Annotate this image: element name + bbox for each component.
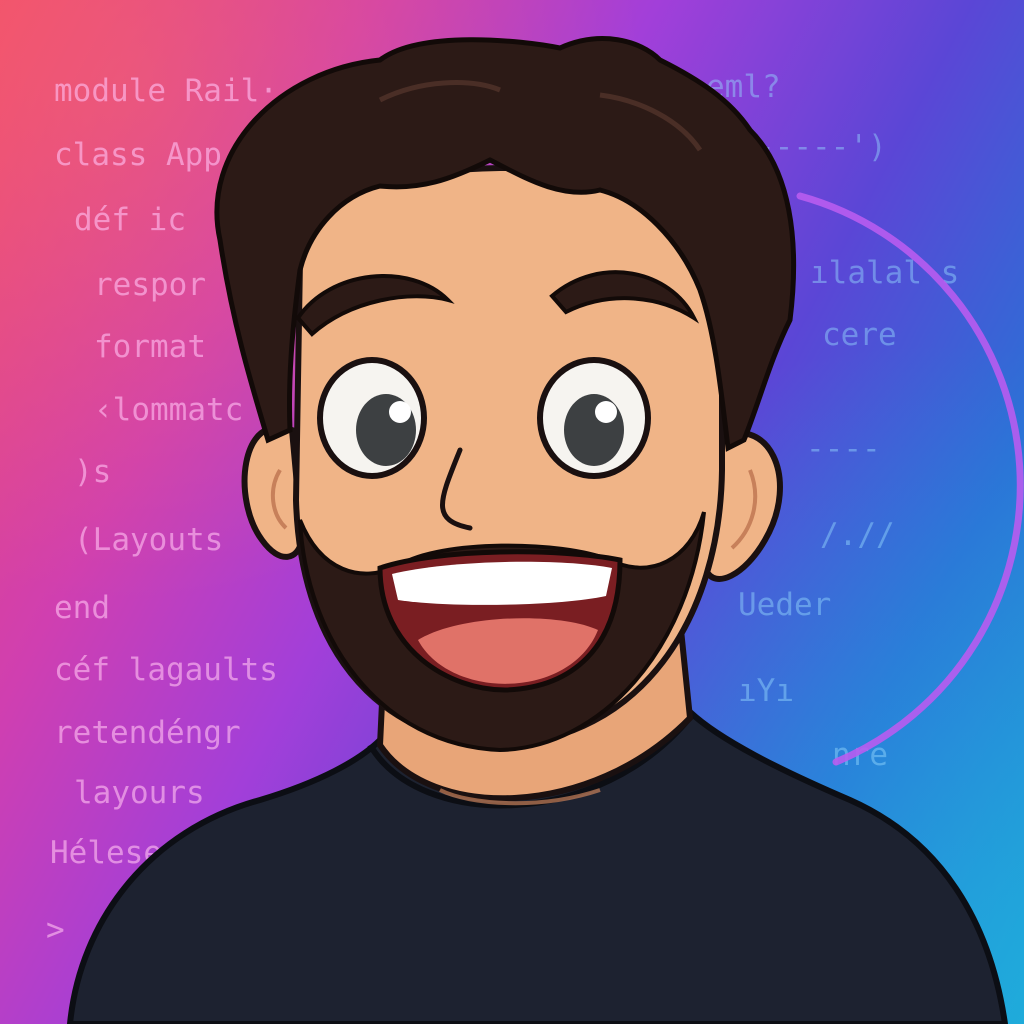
teeth [392, 561, 612, 605]
avatar-illustration: module Rail· class App déf ic respor for… [0, 0, 1024, 1024]
cartoon-character [66, 36, 1009, 1024]
